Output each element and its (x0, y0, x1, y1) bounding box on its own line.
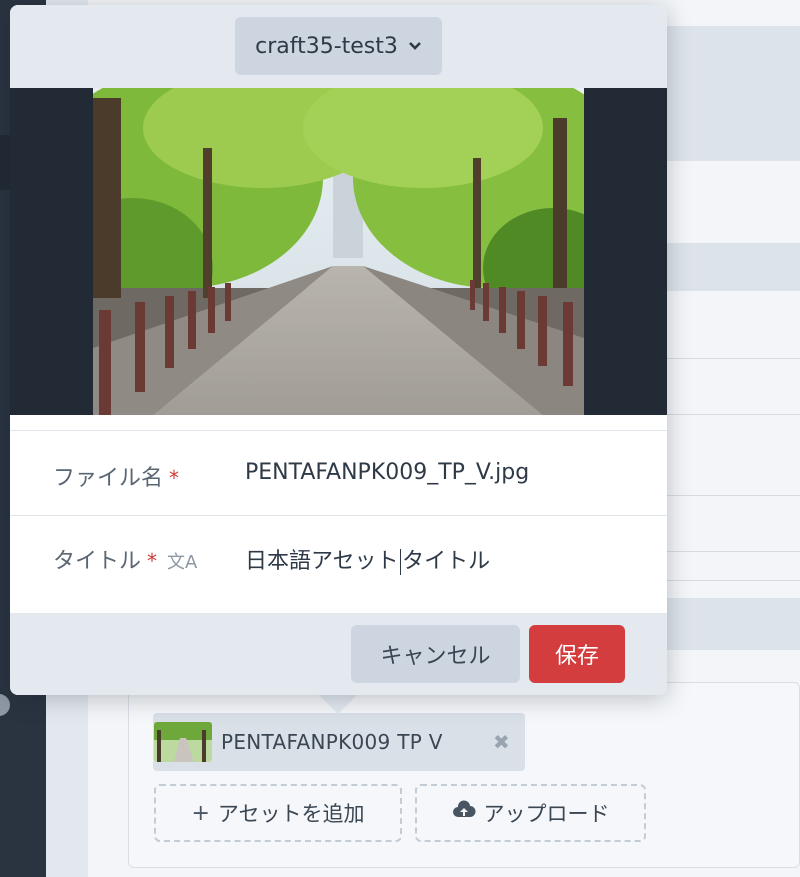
modal-pointer (318, 694, 358, 714)
site-select[interactable]: craft35-test3 (235, 17, 442, 75)
cancel-button[interactable]: キャンセル (351, 625, 520, 683)
add-asset-label: アセットを追加 (217, 802, 365, 826)
divider (10, 430, 667, 431)
title-field[interactable]: 日本語アセット タイトル (245, 543, 490, 575)
title-label-text: タイトル (53, 549, 142, 574)
modal-header: craft35-test3 (10, 5, 667, 88)
required-mark: * (169, 466, 180, 490)
upload-button[interactable]: アップロード (415, 784, 646, 842)
text-cursor (399, 549, 402, 575)
image-preview-stage (10, 88, 667, 415)
remove-icon[interactable]: ✖ (493, 729, 510, 755)
filename-label-text: ファイル名 (53, 466, 164, 491)
sidebar-avatar[interactable] (0, 694, 10, 716)
cloud-upload-icon (452, 800, 476, 826)
title-label: タイトル * 文A (53, 543, 197, 575)
title-value-before-cursor: 日本語アセット (245, 549, 399, 574)
image-preview[interactable] (93, 88, 584, 415)
selected-asset-label: PENTAFANPK009 TP V (221, 730, 443, 754)
upload-label: アップロード (483, 802, 610, 826)
filename-label: ファイル名 * (53, 460, 179, 492)
background-panel (665, 598, 800, 650)
asset-thumbnail (154, 722, 212, 762)
required-mark: * (147, 549, 158, 573)
chevron-down-icon (408, 39, 422, 55)
divider (10, 515, 667, 516)
modal-footer: キャンセル 保存 (10, 613, 667, 695)
site-select-value: craft35-test3 (255, 33, 398, 59)
background-panel (665, 26, 800, 161)
title-value-after-cursor: タイトル (402, 549, 491, 574)
selected-asset-chip[interactable]: PENTAFANPK009 TP V ✖ (153, 713, 525, 771)
plus-icon: + (191, 800, 210, 826)
translate-icon: 文A (167, 552, 198, 573)
asset-editor-modal: craft35-test3 ファイル名 * PENTAFANPK009_TP_V… (10, 5, 667, 695)
filename-field[interactable]: PENTAFANPK009_TP_V.jpg (245, 460, 529, 485)
add-asset-button[interactable]: + アセットを追加 (154, 784, 402, 842)
background-panel (665, 243, 800, 291)
save-button[interactable]: 保存 (529, 625, 625, 683)
